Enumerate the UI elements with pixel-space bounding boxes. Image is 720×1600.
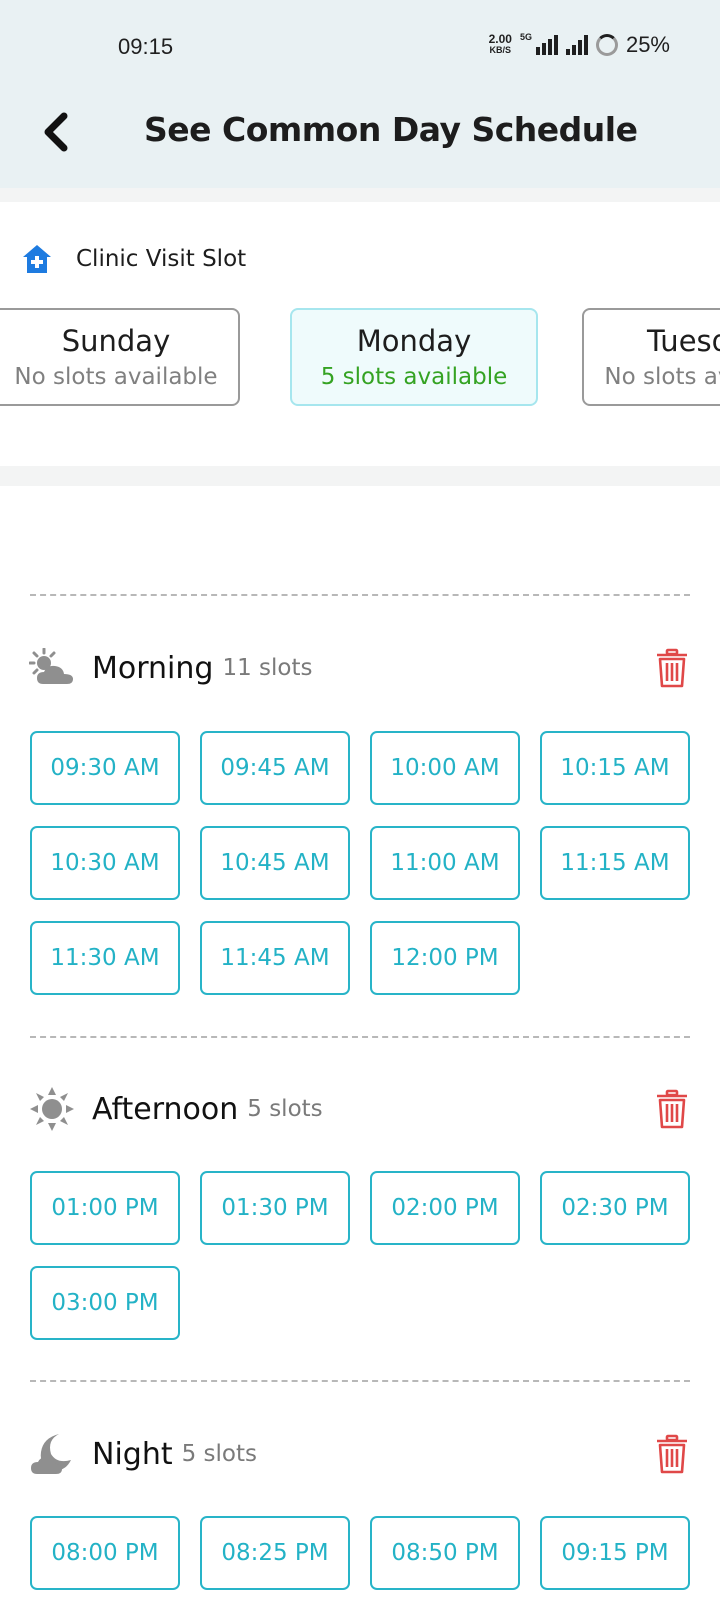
time-slot-button[interactable]: 12:00 PM [370,921,520,995]
network-type: 5G [519,32,532,42]
time-slot-button[interactable]: 11:30 AM [30,921,180,995]
app-header: 09:15 2.00 KB/S 5G 25% See Common Day Sc… [0,0,720,188]
afternoon-slot-grid: 01:00 PM 01:30 PM 02:00 PM 02:30 PM 03:00 PM [30,1171,692,1340]
trash-icon [657,648,687,688]
day-card-sunday[interactable]: Sunday No slots available [0,308,240,406]
delete-morning-button[interactable] [652,645,692,691]
trash-icon [657,1434,687,1474]
network-speed-value: 2.00 [488,32,512,46]
signal-icon [535,35,558,55]
day-slot-status: No slots available [14,364,218,390]
time-slot-button[interactable]: 10:30 AM [30,826,180,900]
moon-cloud-icon [28,1432,76,1476]
header-separator [0,188,720,202]
time-slot-button[interactable]: 09:45 AM [200,731,350,805]
time-slot-button[interactable]: 10:00 AM [370,731,520,805]
clinic-home-icon [23,245,51,273]
time-slot-button[interactable]: 09:30 AM [30,731,180,805]
night-slot-grid: 08:00 PM 08:25 PM 08:50 PM 09:15 PM [30,1516,692,1590]
day-selector: Sunday No slots available Monday 5 slots… [0,308,720,406]
dashed-divider [30,1036,690,1038]
dashed-divider [30,594,690,596]
time-slot-button[interactable]: 01:00 PM [30,1171,180,1245]
day-card-tuesday[interactable]: Tuesday No slots available [582,308,720,406]
time-slot-button[interactable]: 11:00 AM [370,826,520,900]
time-slot-button[interactable]: 11:15 AM [540,826,690,900]
clinic-visit-label: Clinic Visit Slot [76,246,247,272]
time-slot-button[interactable]: 01:30 PM [200,1171,350,1245]
morning-slot-grid: 09:30 AM 09:45 AM 10:00 AM 10:15 AM 10:30 AM… [30,731,692,995]
afternoon-section-header: Afternoon 5 slots [28,1086,692,1132]
section-slot-count: 11 slots [222,655,313,681]
section-separator [0,466,720,486]
time-slot-button[interactable]: 02:30 PM [540,1171,690,1245]
delete-afternoon-button[interactable] [652,1086,692,1132]
section-slot-count: 5 slots [181,1441,257,1467]
battery-icon [595,34,618,56]
signal-icon-secondary [565,35,588,55]
status-icons: 2.00 KB/S 5G 25% [489,32,670,58]
day-card-monday[interactable]: Monday 5 slots available [290,308,538,406]
delete-night-button[interactable] [652,1431,692,1477]
day-slot-status: 5 slots available [320,364,508,390]
dashed-divider [30,1380,690,1382]
time-slot-button[interactable]: 09:15 PM [540,1516,690,1590]
time-slot-button[interactable]: 08:00 PM [30,1516,180,1590]
day-slot-status: No slots available [604,364,720,390]
clinic-visit-row: Clinic Visit Slot [20,242,246,276]
network-speed-unit: KB/S [489,45,512,55]
time-slot-button[interactable]: 10:15 AM [540,731,690,805]
night-section-header: Night 5 slots [28,1431,692,1477]
time-slot-button[interactable]: 11:45 AM [200,921,350,995]
page-title: See Common Day Schedule [144,110,638,149]
chevron-left-icon [44,112,68,152]
battery-percent: 25% [625,32,670,57]
time-slot-button[interactable]: 03:00 PM [30,1266,180,1340]
sun-icon [28,1087,76,1131]
status-time: 09:15 [118,34,174,59]
day-name: Monday [356,324,472,358]
day-name: Tuesday [647,324,720,358]
time-slot-button[interactable]: 02:00 PM [370,1171,520,1245]
section-slot-count: 5 slots [247,1096,323,1122]
time-slot-button[interactable]: 10:45 AM [200,826,350,900]
section-title: Night [92,1436,173,1472]
back-button[interactable] [36,108,76,156]
morning-section-header: Morning 11 slots [28,645,692,691]
time-slot-button[interactable]: 08:50 PM [370,1516,520,1590]
trash-icon [657,1089,687,1129]
section-title: Morning [92,650,214,686]
section-title: Afternoon [92,1091,239,1127]
day-name: Sunday [61,324,171,358]
time-slot-button[interactable]: 08:25 PM [200,1516,350,1590]
partly-cloudy-icon [28,646,76,690]
network-speed: 2.00 KB/S [488,32,512,56]
